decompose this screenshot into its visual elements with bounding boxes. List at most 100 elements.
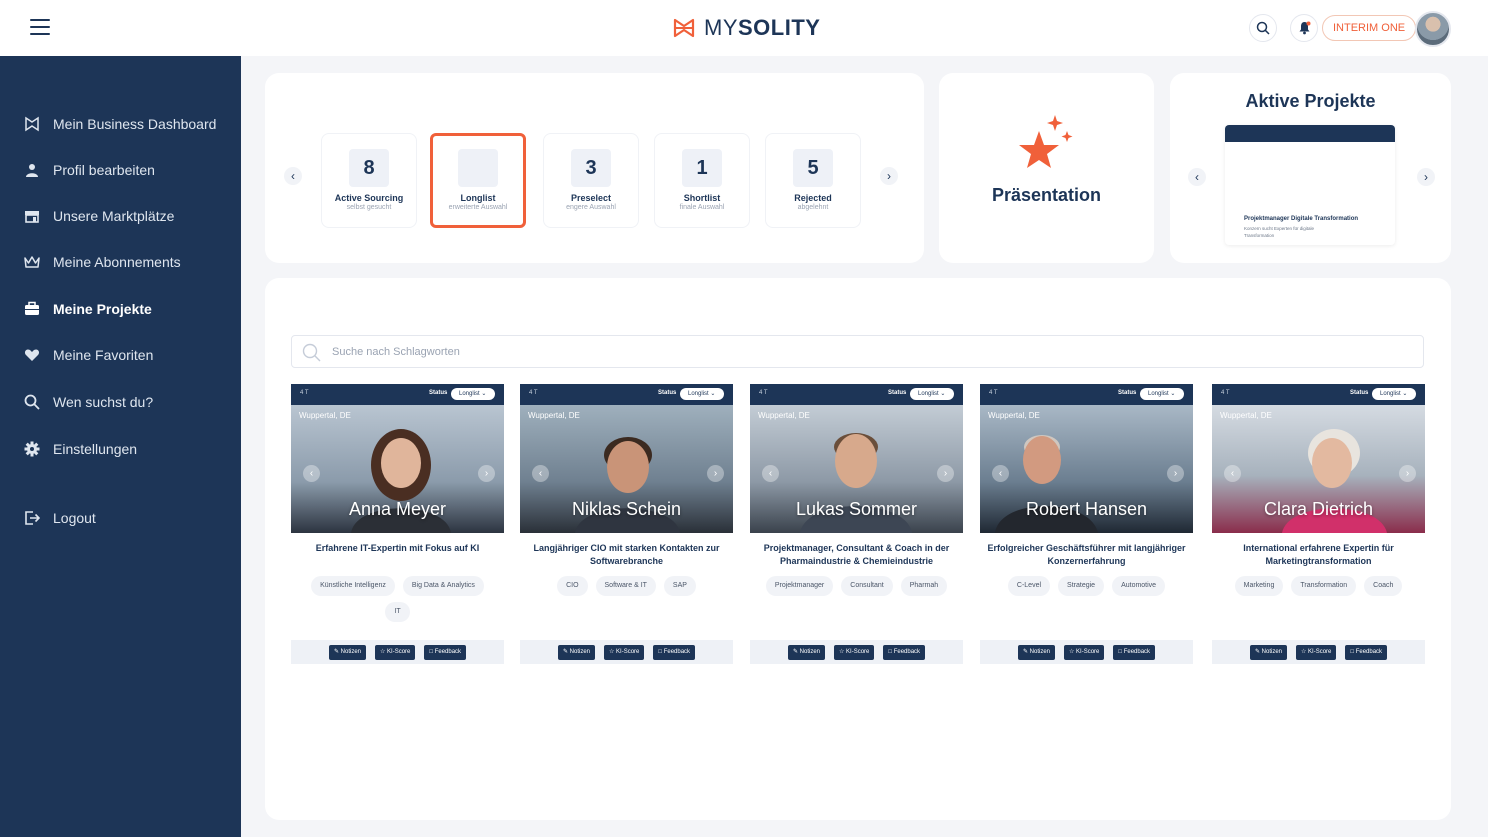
- header-search-button[interactable]: [1249, 14, 1277, 42]
- stage-rejected[interactable]: 5 Rejected abgelehnt: [765, 133, 861, 228]
- stage-label: Preselect: [570, 193, 612, 203]
- notifications-button[interactable]: [1290, 14, 1318, 42]
- stage-preselect[interactable]: 3 Preselect engere Auswahl: [543, 133, 639, 228]
- ki-score-button[interactable]: ☆ KI-Score: [604, 644, 645, 660]
- tag[interactable]: SAP: [663, 576, 696, 596]
- status-dropdown[interactable]: Longlist ⌄: [910, 388, 954, 400]
- tag[interactable]: Big Data & Analytics: [402, 576, 484, 596]
- project-card-description: Konzern sucht Experten für digitale Tran…: [1244, 226, 1315, 239]
- tag[interactable]: Automotive: [1112, 576, 1166, 596]
- photo-next-button[interactable]: ›: [707, 465, 724, 482]
- candidate-actions: ✎ Notizen ☆ KI-Score □ Feedback: [291, 640, 504, 664]
- tag[interactable]: Künstliche Intelligenz: [311, 576, 395, 596]
- feedback-button[interactable]: □ Feedback: [1113, 644, 1156, 660]
- status-dropdown[interactable]: Longlist ⌄: [1372, 388, 1416, 400]
- photo-prev-button[interactable]: ‹: [532, 465, 549, 482]
- stage-count: 1: [682, 149, 722, 187]
- photo-prev-button[interactable]: ‹: [303, 465, 320, 482]
- feedback-button[interactable]: □ Feedback: [1345, 644, 1388, 660]
- active-projects-title: Aktive Projekte: [1245, 91, 1376, 111]
- sidebar-item-settings[interactable]: Einstellungen: [24, 437, 137, 461]
- search-input[interactable]: [332, 342, 1332, 362]
- tag[interactable]: Coach: [1364, 576, 1403, 596]
- candidate-location: Wuppertal, DE: [528, 411, 580, 420]
- notes-button[interactable]: ✎ Notizen: [1017, 644, 1055, 660]
- tag[interactable]: Transformation: [1291, 576, 1357, 596]
- candidate-tags: C-Level Strategie Automotive: [980, 576, 1193, 596]
- feedback-button[interactable]: □ Feedback: [883, 644, 926, 660]
- sidebar-item-profile[interactable]: Profil bearbeiten: [24, 158, 155, 182]
- candidate-headline: Erfahrene IT-Expertin mit Fokus auf KI: [315, 543, 480, 553]
- tag[interactable]: Marketing: [1234, 576, 1284, 596]
- ki-score-button[interactable]: ☆ KI-Score: [834, 644, 875, 660]
- project-card[interactable]: Projektmanager Digitale Transformation K…: [1225, 125, 1395, 245]
- tag[interactable]: Software & IT: [595, 576, 656, 596]
- interim-one-button[interactable]: INTERIM ONE: [1322, 15, 1417, 41]
- photo-prev-button[interactable]: ‹: [762, 465, 779, 482]
- projects-prev-button[interactable]: ‹: [1188, 168, 1206, 186]
- photo-next-button[interactable]: ›: [937, 465, 954, 482]
- sidebar-item-marketplaces[interactable]: Unsere Marktplätze: [24, 204, 174, 228]
- ki-score-button[interactable]: ☆ KI-Score: [375, 644, 416, 660]
- candidate-card[interactable]: 4 T Status Longlist ⌄ Wuppertal, DE ‹ › …: [750, 384, 963, 664]
- candidate-age: 4 T: [529, 390, 538, 396]
- candidate-photo: Wuppertal, DE ‹ › Niklas Schein: [520, 405, 733, 533]
- notes-button[interactable]: ✎ Notizen: [557, 644, 595, 660]
- feedback-button[interactable]: □ Feedback: [424, 644, 467, 660]
- search-icon: [1256, 21, 1270, 35]
- candidate-card[interactable]: 4 T Status Longlist ⌄ Wuppertal, DE ‹ › …: [980, 384, 1193, 664]
- logo[interactable]: MYSOLITY: [672, 14, 820, 42]
- sidebar-item-favorites[interactable]: Meine Favoriten: [24, 343, 153, 367]
- status-dropdown[interactable]: Longlist ⌄: [680, 388, 724, 400]
- candidates-panel: 4 T Status Longlist ⌄ Wuppertal, DE ‹ › …: [265, 278, 1451, 820]
- tag[interactable]: CIO: [557, 576, 588, 596]
- ki-score-button[interactable]: ☆ KI-Score: [1296, 644, 1337, 660]
- photo-next-button[interactable]: ›: [1167, 465, 1184, 482]
- candidate-name: Niklas Schein: [571, 499, 682, 519]
- tag[interactable]: Strategie: [1058, 576, 1105, 596]
- sparkle-star-icon: [1019, 115, 1073, 168]
- presentation-panel[interactable]: Präsentation: [939, 73, 1154, 263]
- search-icon: [24, 394, 40, 410]
- notes-button[interactable]: ✎ Notizen: [1249, 644, 1287, 660]
- status-dropdown[interactable]: Longlist ⌄: [1140, 388, 1184, 400]
- notes-button[interactable]: ✎ Notizen: [328, 644, 366, 660]
- candidate-card[interactable]: 4 T Status Longlist ⌄ Wuppertal, DE ‹ › …: [520, 384, 733, 664]
- sidebar-item-projects[interactable]: Meine Projekte: [24, 297, 152, 321]
- sidebar-item-logout[interactable]: Logout: [24, 506, 96, 530]
- photo-prev-button[interactable]: ‹: [992, 465, 1009, 482]
- status-dropdown[interactable]: Longlist ⌄: [451, 388, 495, 400]
- feedback-button[interactable]: □ Feedback: [653, 644, 696, 660]
- tag[interactable]: Pharmah: [900, 576, 948, 596]
- tag[interactable]: IT: [385, 602, 410, 622]
- photo-next-button[interactable]: ›: [1399, 465, 1416, 482]
- sidebar-item-subscriptions[interactable]: Meine Abonnements: [24, 250, 181, 274]
- stage-count: 3: [571, 149, 611, 187]
- photo-next-button[interactable]: ›: [478, 465, 495, 482]
- candidate-card[interactable]: 4 T Status Longlist ⌄ Wuppertal, DE ‹ › …: [1212, 384, 1425, 664]
- candidate-age: 4 T: [759, 390, 768, 396]
- tag[interactable]: C-Level: [1007, 576, 1051, 596]
- stage-longlist[interactable]: Longlist erweiterte Auswahl: [430, 133, 526, 228]
- candidate-age: 4 T: [300, 390, 309, 396]
- candidate-card[interactable]: 4 T Status Longlist ⌄ Wuppertal, DE ‹ › …: [291, 384, 504, 664]
- user-avatar[interactable]: [1415, 11, 1451, 47]
- menu-icon[interactable]: [30, 19, 50, 35]
- top-bar: MYSOLITY INTERIM ONE: [0, 0, 1488, 56]
- notes-button[interactable]: ✎ Notizen: [787, 644, 825, 660]
- candidate-actions: ✎ Notizen ☆ KI-Score □ Feedback: [1212, 640, 1425, 664]
- sidebar-item-dashboard[interactable]: Mein Business Dashboard: [24, 112, 216, 136]
- ki-score-button[interactable]: ☆ KI-Score: [1064, 644, 1105, 660]
- candidate-location: Wuppertal, DE: [988, 411, 1040, 420]
- store-icon: [25, 211, 39, 223]
- tag[interactable]: Consultant: [841, 576, 893, 596]
- pipeline-next-button[interactable]: ›: [880, 167, 898, 185]
- sidebar-item-search[interactable]: Wen suchst du?: [24, 390, 153, 414]
- stage-shortlist[interactable]: 1 Shortlist finale Auswahl: [654, 133, 750, 228]
- candidate-actions: ✎ Notizen ☆ KI-Score □ Feedback: [980, 640, 1193, 664]
- projects-next-button[interactable]: ›: [1417, 168, 1435, 186]
- tag[interactable]: Projektmanager: [765, 576, 834, 596]
- stage-active-sourcing[interactable]: 8 Active Sourcing selbst gesucht: [321, 133, 417, 228]
- photo-prev-button[interactable]: ‹: [1224, 465, 1241, 482]
- pipeline-prev-button[interactable]: ‹: [284, 167, 302, 185]
